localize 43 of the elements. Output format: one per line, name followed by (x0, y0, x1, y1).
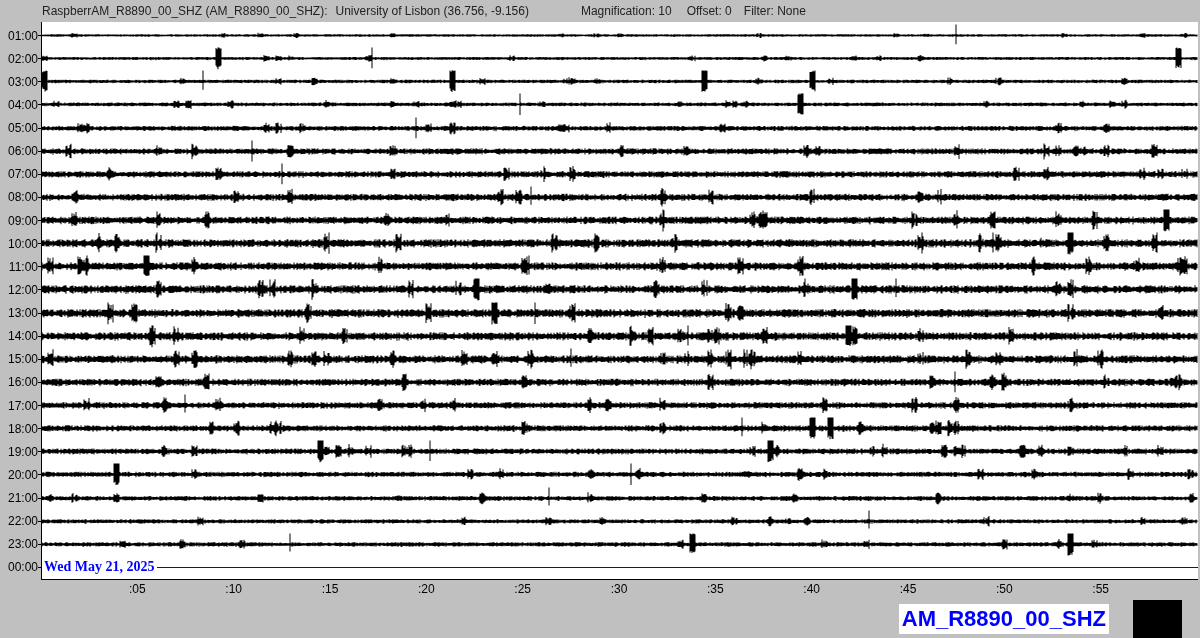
time-tick-label: :10 (225, 583, 242, 595)
time-tick-label: :20 (418, 583, 435, 595)
time-tick-label: :25 (514, 583, 531, 595)
hour-label: 19:00 (7, 445, 38, 458)
hour-label: 20:00 (7, 468, 38, 481)
magnification-text: Magnification: 10 (580, 3, 672, 20)
time-tick-label: :55 (1092, 583, 1109, 595)
time-tick-label: :15 (321, 583, 339, 595)
hour-label: 04:00 (7, 98, 38, 111)
time-tick-label: :05 (129, 583, 146, 595)
hour-label: 14:00 (7, 330, 38, 343)
hour-label: 13:00 (7, 307, 38, 320)
hour-label: 10:00 (7, 237, 38, 250)
hour-label: 08:00 (7, 191, 38, 204)
time-tick-label: :35 (707, 583, 724, 595)
date-label: Wed May 21, 2025 (44, 560, 155, 575)
time-tick-label: :40 (803, 583, 820, 595)
time-tick-label: :50 (996, 583, 1013, 595)
hour-label: 01:00 (7, 29, 38, 42)
hour-label: 18:00 (7, 422, 38, 435)
station-title: RaspberrAM_R8890_00_SHZ (AM_R8890_00_SHZ): (42, 3, 328, 20)
offset-text: Offset: 0 (686, 3, 732, 20)
hour-label: 03:00 (7, 75, 38, 88)
time-tick-label: :30 (610, 583, 628, 595)
station-label: AM_R8890_00_SHZ (898, 604, 1109, 634)
hour-label: 22:00 (7, 515, 38, 528)
filter-text: Filter: None (743, 3, 806, 20)
hour-label: 12:00 (7, 283, 38, 296)
hour-label: 00:00 (7, 561, 38, 574)
hour-label: 23:00 (7, 538, 38, 551)
hour-label: 17:00 (7, 399, 38, 412)
location-text: University of Lisbon (36.756, -9.156) (335, 3, 529, 20)
hour-label: 15:00 (7, 353, 38, 366)
hour-label: 09:00 (7, 214, 38, 227)
hour-label: 21:00 (7, 492, 38, 505)
time-tick-label: :45 (899, 583, 917, 595)
hour-label: 05:00 (7, 122, 38, 135)
hour-label: 06:00 (7, 145, 38, 158)
hour-label: 02:00 (7, 52, 38, 65)
hour-label: 11:00 (8, 260, 38, 273)
status-square (1133, 600, 1182, 638)
hour-label: 07:00 (7, 168, 38, 181)
hour-label: 16:00 (7, 376, 38, 389)
